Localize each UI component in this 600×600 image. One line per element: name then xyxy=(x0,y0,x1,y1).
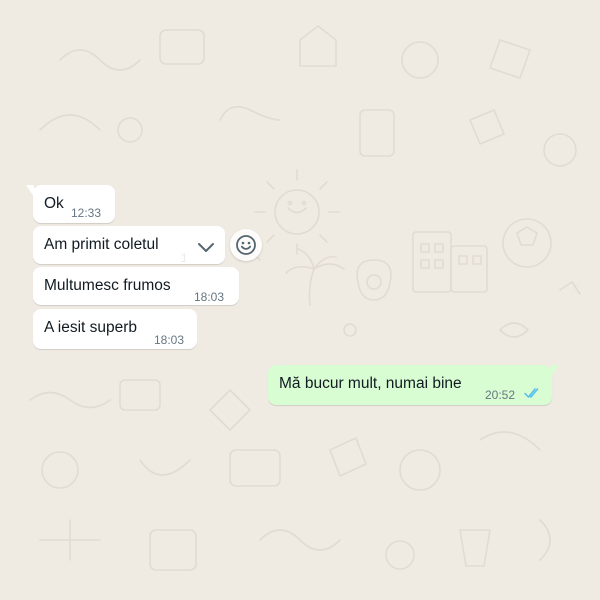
message-text: A iesit superb xyxy=(44,319,138,336)
bubble-tail xyxy=(26,185,34,197)
react-button[interactable] xyxy=(230,229,262,261)
incoming-message[interactable]: Multumesc frumos 18:03 xyxy=(33,267,239,305)
incoming-message[interactable]: Ok 12:33 xyxy=(26,185,115,223)
incoming-message[interactable]: Am primit coletul 18:03 xyxy=(33,226,225,265)
message-text: Ok xyxy=(44,195,64,212)
message-menu-button[interactable] xyxy=(193,234,219,260)
bubble-tail xyxy=(551,365,559,377)
message-time: 12:33 xyxy=(71,206,102,220)
message-time: 20:52 xyxy=(485,388,516,402)
double-check-icon xyxy=(524,388,539,398)
incoming-message[interactable]: A iesit superb 18:03 xyxy=(33,309,197,349)
message-text: Mă bucur mult, numai bine xyxy=(279,375,462,392)
message-time: 18:03 xyxy=(154,333,185,347)
message-time: 18:03 xyxy=(194,290,225,304)
message-text: Am primit coletul xyxy=(44,236,159,253)
chevron-down-icon xyxy=(198,243,214,252)
outgoing-message[interactable]: Mă bucur mult, numai bine 20:52 xyxy=(268,365,559,405)
smiley-icon xyxy=(236,235,256,255)
message-text: Multumesc frumos xyxy=(44,277,171,294)
